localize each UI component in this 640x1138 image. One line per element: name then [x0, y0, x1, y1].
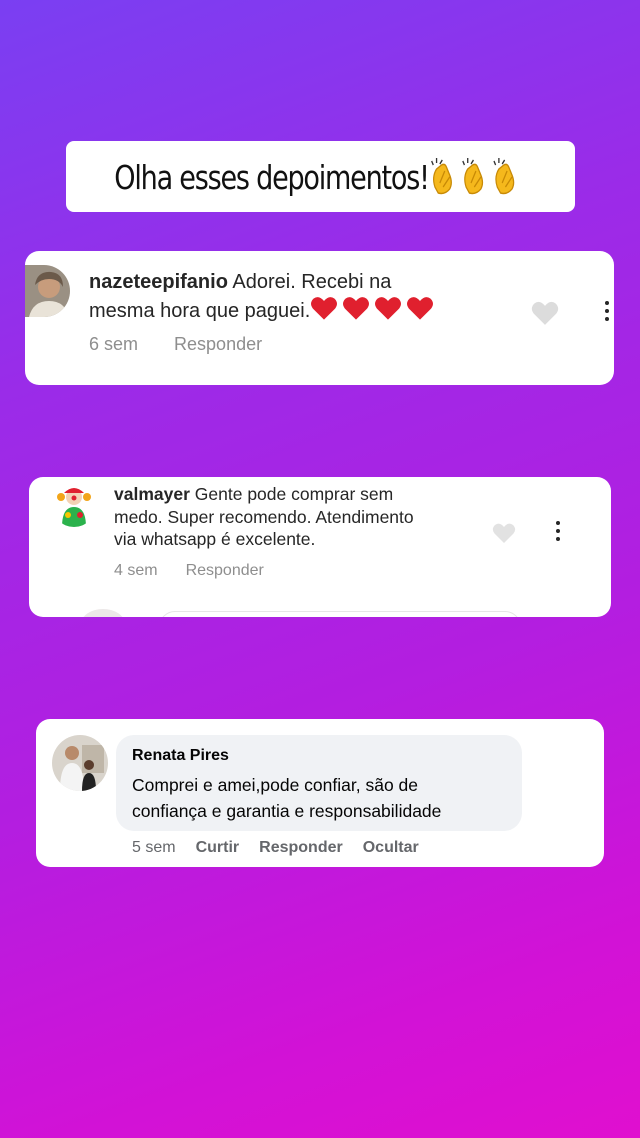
comment-card-1: nazeteepifanio Adorei. Recebi na mesma h…	[25, 251, 614, 385]
avatar[interactable]	[52, 735, 108, 791]
comment-line: mesma hora que paguei.	[89, 300, 311, 322]
clapping-hands-icon	[428, 157, 526, 197]
comment-card-3: Renata Pires Comprei e amei,pode confiar…	[36, 719, 604, 867]
partial-reply-input	[159, 611, 521, 617]
avatar[interactable]	[52, 483, 96, 527]
comment-card-2: valmayer Gente pode comprar sem medo. Su…	[29, 477, 611, 617]
comment-line: Gente pode comprar sem	[194, 484, 394, 504]
comment-time: 6 sem	[89, 334, 139, 354]
like-heart-icon[interactable]	[491, 522, 517, 549]
comment-time: 4 sem	[114, 562, 158, 579]
username[interactable]: nazeteepifanio	[89, 271, 228, 293]
comment-line: via whatsapp é excelente.	[114, 529, 316, 549]
like-button[interactable]: Curtir	[196, 839, 240, 856]
comment-meta: 4 sem Responder	[114, 562, 292, 580]
comment-time: 5 sem	[132, 839, 176, 856]
hide-button[interactable]: Ocultar	[363, 839, 419, 856]
username[interactable]: valmayer	[114, 484, 190, 504]
comment-text: Comprei e amei,pode confiar, são de conf…	[132, 772, 441, 824]
comment-actions: 5 sem Curtir Responder Ocultar	[132, 839, 439, 857]
title-banner: Olha esses depoimentos!	[66, 141, 575, 212]
comment-line: confiança e garantia e responsabilidade	[132, 801, 442, 821]
comment-meta: 6 sem Responder	[89, 334, 298, 355]
reply-button[interactable]: Responder	[174, 334, 262, 354]
comment-text: valmayer Gente pode comprar sem medo. Su…	[114, 483, 414, 551]
comment-line: Comprei e amei,pode confiar, são de	[132, 775, 418, 795]
more-options-icon[interactable]	[605, 301, 609, 321]
title-text: Olha esses depoimentos!	[114, 157, 430, 197]
reply-button[interactable]: Responder	[259, 839, 343, 856]
red-hearts-icon	[310, 297, 438, 322]
like-heart-icon[interactable]	[530, 300, 560, 331]
avatar[interactable]	[25, 265, 70, 317]
comment-line: Adorei. Recebi na	[232, 271, 392, 293]
comment-bubble: Renata Pires Comprei e amei,pode confiar…	[116, 735, 522, 831]
commenter-name[interactable]: Renata Pires	[132, 747, 229, 765]
comment-line: medo. Super recomendo. Atendimento	[114, 506, 414, 527]
more-options-icon[interactable]	[556, 521, 560, 541]
partial-avatar	[81, 609, 125, 617]
comment-text: nazeteepifanio Adorei. Recebi na mesma h…	[89, 269, 438, 324]
reply-button[interactable]: Responder	[186, 562, 264, 579]
